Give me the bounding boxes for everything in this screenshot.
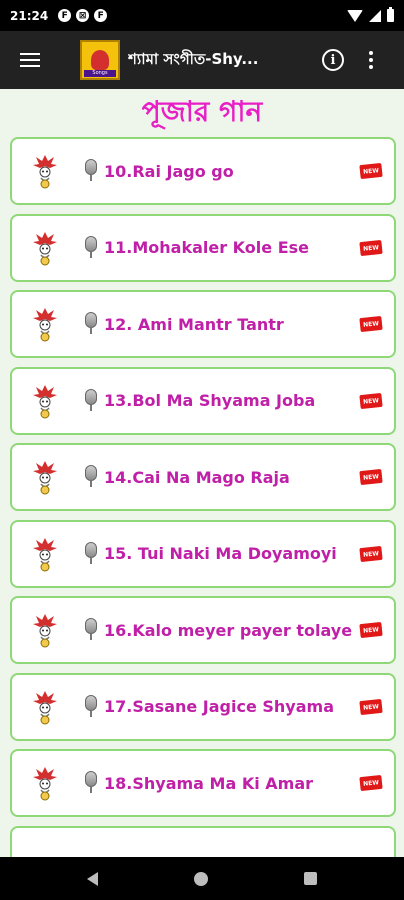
new-badge-icon: NEW: [359, 315, 383, 333]
microphone-icon: [84, 541, 98, 566]
microphone-icon: [84, 312, 98, 336]
song-list-item[interactable]: 17.Sasane Jagice Shyama NEW: [10, 672, 396, 741]
page-title: পূজার গান: [141, 94, 263, 128]
song-title: 15. Tui Naki Ma Doyamoyi: [104, 544, 337, 563]
hamburger-menu-icon[interactable]: [0, 31, 60, 89]
song-list-item[interactable]: 11.Mohakaler Kole Ese NEW: [10, 213, 396, 282]
song-list-item[interactable]: 14.Cai Na Mago Raja NEW: [10, 443, 396, 511]
microphone-icon: [84, 159, 98, 183]
song-list-item[interactable]: 15. Tui Naki Ma Doyamoyi NEW: [10, 519, 396, 588]
song-title: 14.Cai Na Mago Raja: [104, 467, 290, 487]
microphone-icon: [84, 618, 98, 642]
song-list-item[interactable]: 12. Ami Mantr Tantr NEW: [10, 290, 396, 358]
new-badge-icon: NEW: [359, 468, 383, 486]
battery-icon: [387, 7, 394, 22]
signal-icon: [369, 9, 381, 22]
song-title: 12. Ami Mantr Tantr: [104, 314, 284, 334]
system-nav-bar: [0, 857, 404, 900]
song-title: 13.Bol Ma Shyama Joba: [104, 391, 316, 410]
new-badge-icon: NEW: [359, 239, 383, 256]
notification-icon: ⊠: [76, 9, 90, 22]
status-right-icons: [347, 7, 394, 22]
home-icon[interactable]: [194, 871, 208, 886]
main-content[interactable]: পূজার গান 10.Rai Jago go NEW 11.Mohakaler …: [0, 89, 404, 857]
song-title: 10.Rai Jago go: [104, 161, 234, 181]
microphone-icon: [84, 694, 98, 719]
song-list-item[interactable]: 13.Bol Ma Shyama Joba NEW: [10, 366, 396, 435]
new-badge-icon: NEW: [359, 774, 383, 792]
new-badge-icon: NEW: [359, 698, 383, 715]
notification-icon: F: [94, 9, 108, 22]
goddess-icon: [32, 153, 58, 189]
app-title: শ্যামা সংগীত-Shy...: [128, 49, 259, 68]
microphone-icon: [84, 465, 98, 489]
back-icon[interactable]: [87, 871, 98, 886]
song-title: 16.Kalo meyer payer tolaye: [104, 620, 353, 640]
status-bar: 21:24 F ⊠ F: [0, 0, 404, 31]
more-vert-icon[interactable]: [369, 51, 373, 69]
song-title: 11.Mohakaler Kole Ese: [104, 238, 309, 257]
goddess-icon: [32, 612, 58, 648]
goddess-icon: [32, 536, 58, 572]
goddess-icon: [32, 306, 58, 342]
wifi-icon: [347, 9, 363, 22]
microphone-icon: [84, 771, 98, 795]
goddess-icon: [32, 765, 58, 801]
goddess-icon: [32, 383, 58, 419]
new-badge-icon: NEW: [359, 545, 383, 562]
song-list-item[interactable]: 16.Kalo meyer payer tolaye NEW: [10, 596, 396, 664]
app-logo: Songs: [80, 40, 120, 80]
new-badge-icon: NEW: [359, 162, 383, 180]
microphone-icon: [84, 235, 98, 260]
notification-icon: F: [58, 9, 72, 22]
new-badge-icon: NEW: [359, 621, 383, 639]
status-time: 21:24: [10, 8, 49, 23]
song-list-item[interactable]: 18.Shyama Ma Ki Amar NEW: [10, 749, 396, 817]
goddess-icon: [32, 459, 58, 495]
app-bar: Songs শ্যামা সংগীত-Shy... i: [0, 31, 404, 89]
new-badge-icon: NEW: [359, 392, 383, 409]
song-list-item-partial[interactable]: [10, 825, 396, 857]
song-list-item[interactable]: 10.Rai Jago go NEW: [10, 137, 396, 205]
info-icon[interactable]: i: [322, 49, 344, 71]
recents-icon[interactable]: [304, 872, 317, 885]
goddess-icon: [32, 689, 58, 725]
logo-tag: Songs: [84, 70, 116, 77]
song-title: 18.Shyama Ma Ki Amar: [104, 773, 314, 793]
microphone-icon: [84, 388, 98, 413]
song-title: 17.Sasane Jagice Shyama: [104, 697, 334, 716]
goddess-icon: [32, 230, 58, 266]
goddess-logo-icon: [91, 50, 109, 70]
